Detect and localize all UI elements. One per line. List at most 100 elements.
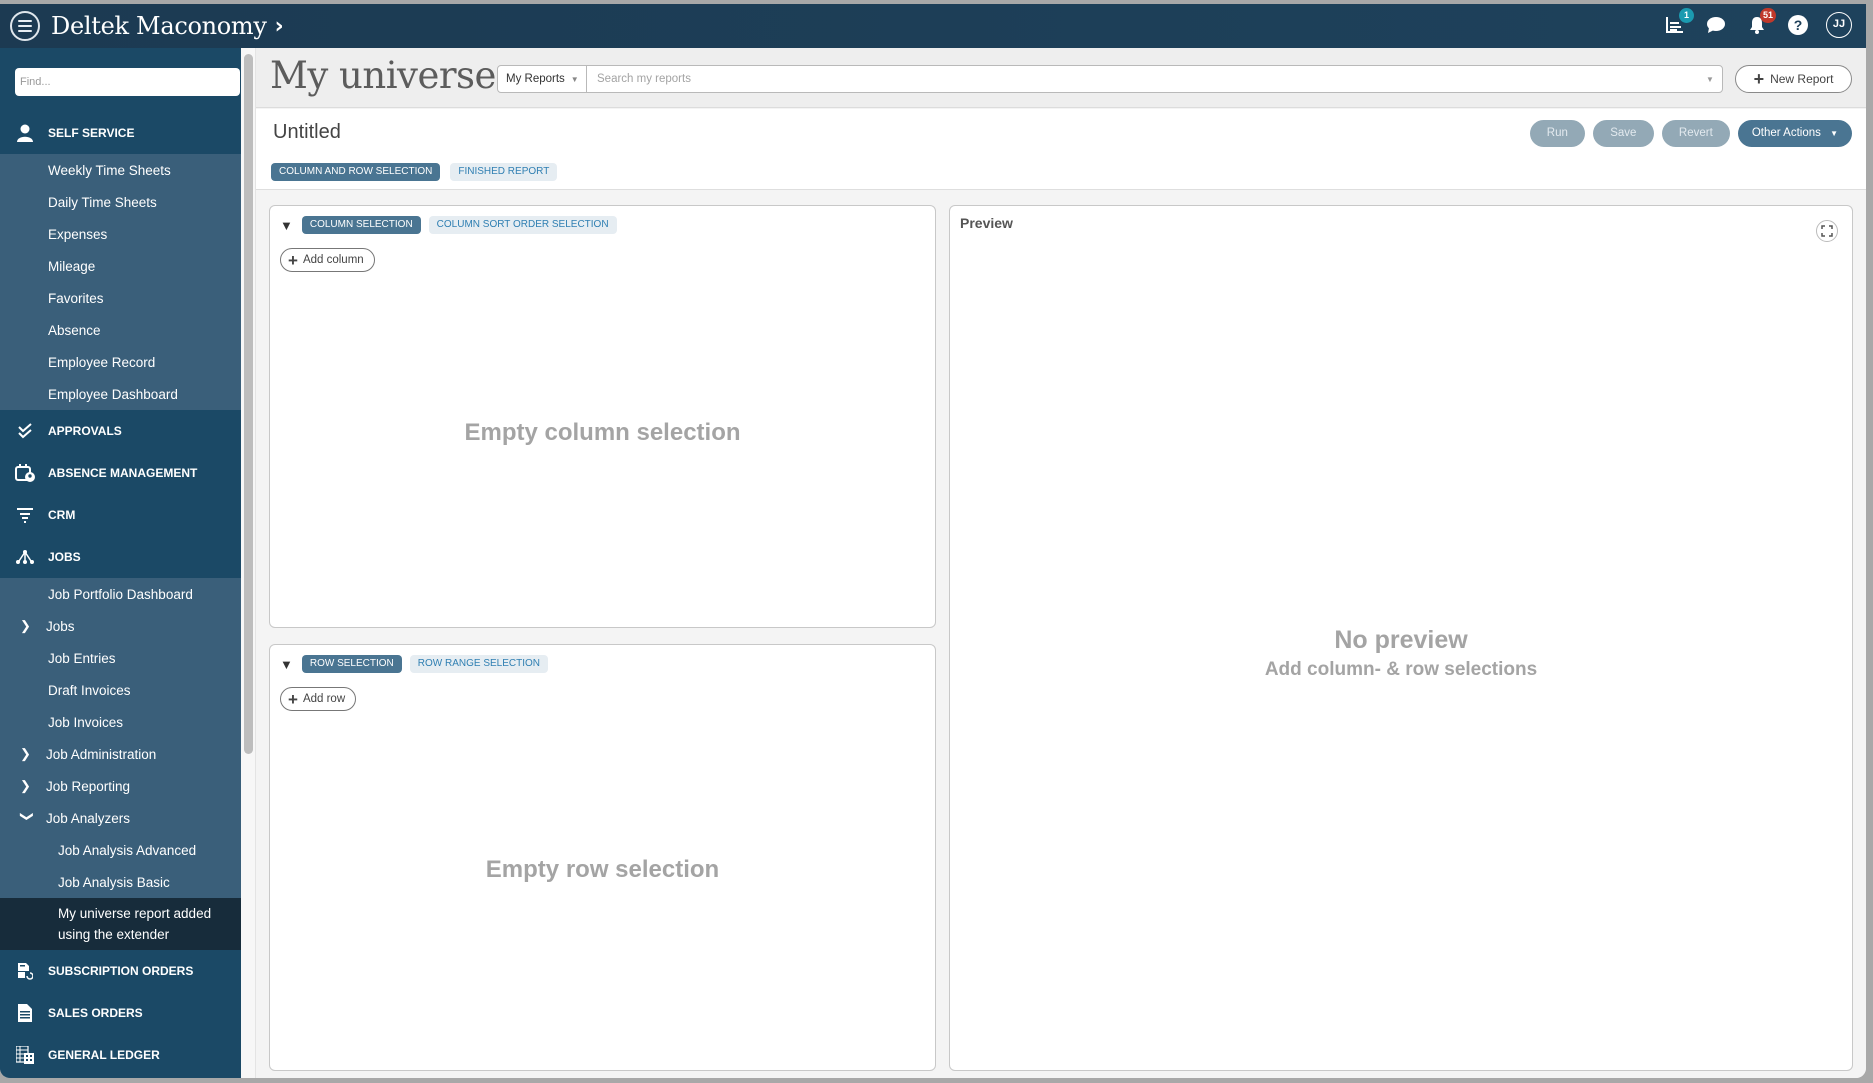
- sidebar-section-crm[interactable]: CRM: [0, 494, 241, 536]
- sidebar-section-absence-management[interactable]: ABSENCE MANAGEMENT: [0, 452, 241, 494]
- report-title[interactable]: Untitled: [273, 121, 341, 144]
- column-panel-tabs: ▼ COLUMN SELECTION COLUMN SORT ORDER SEL…: [280, 216, 617, 234]
- sidebar-item-job-entries[interactable]: Job Entries: [0, 642, 241, 674]
- save-button[interactable]: Save: [1592, 120, 1654, 147]
- section-label: SALES ORDERS: [48, 1006, 143, 1020]
- sidebar-item-job-administration[interactable]: ❯ Job Administration: [0, 738, 241, 770]
- other-actions-button[interactable]: Other Actions ▼: [1737, 120, 1852, 147]
- plus-icon: +: [1753, 69, 1765, 89]
- search-dropdown-icon[interactable]: ▼: [1698, 66, 1722, 92]
- run-button[interactable]: Run: [1529, 120, 1585, 147]
- avatar: JJ: [1826, 12, 1852, 38]
- sidebar-item-favorites[interactable]: Favorites: [0, 282, 241, 314]
- sidebar-section-jobs[interactable]: JOBS: [0, 536, 241, 578]
- section-label: SUBSCRIPTION ORDERS: [48, 964, 194, 978]
- sidebar-item-weekly-time-sheets[interactable]: Weekly Time Sheets: [0, 154, 241, 186]
- help-icon: ?: [1788, 15, 1808, 35]
- tab-column-and-row-selection[interactable]: COLUMN AND ROW SELECTION: [271, 163, 441, 181]
- sidebar-item-my-universe-report[interactable]: My universe report added using the exten…: [0, 898, 241, 950]
- item-label: Job Administration: [46, 746, 157, 762]
- sidebar-item-job-analysis-basic[interactable]: Job Analysis Basic: [0, 866, 241, 898]
- chevron-right-icon: ❯: [20, 618, 31, 633]
- sidebar-scroll-thumb[interactable]: [244, 54, 253, 754]
- help-button[interactable]: ?: [1785, 10, 1811, 40]
- main-content: My universe My Reports ▼ ▼ + New Report …: [256, 48, 1866, 1078]
- sidebar-section-sales-orders[interactable]: SALES ORDERS: [0, 992, 241, 1034]
- top-bar: Deltek Maconomy › 1 51 ? JJ: [0, 4, 1866, 48]
- add-column-button[interactable]: + Add column: [280, 248, 375, 272]
- sidebar-item-employee-record[interactable]: Employee Record: [0, 346, 241, 378]
- tab-column-selection[interactable]: COLUMN SELECTION: [301, 216, 421, 234]
- column-selection-panel: ▼ COLUMN SELECTION COLUMN SORT ORDER SEL…: [269, 205, 936, 628]
- hamburger-menu-icon[interactable]: [10, 11, 40, 41]
- scope-value: My Reports: [506, 73, 565, 85]
- sidebar-item-mileage[interactable]: Mileage: [0, 250, 241, 282]
- sidebar-section-general-ledger[interactable]: GENERAL LEDGER: [0, 1034, 241, 1076]
- section-label: CRM: [48, 508, 76, 522]
- sidebar-item-draft-invoices[interactable]: Draft Invoices: [0, 674, 241, 706]
- sidebar-item-employee-dashboard[interactable]: Employee Dashboard: [0, 378, 241, 410]
- report-scope-select[interactable]: My Reports ▼: [498, 66, 587, 92]
- preview-title: Preview: [960, 215, 1013, 231]
- chat-bubble-icon: [1707, 17, 1725, 33]
- caret-down-icon: ▼: [570, 74, 579, 84]
- app-window: Deltek Maconomy › 1 51 ? JJ Find... SELF…: [0, 4, 1866, 1078]
- chat-button[interactable]: [1703, 10, 1729, 40]
- item-label: Job Analyzers: [46, 810, 131, 826]
- item-label: Job Reporting: [46, 778, 131, 794]
- jobs-items: Job Portfolio Dashboard ❯ Jobs Job Entrie…: [0, 578, 241, 950]
- section-label: APPROVALS: [48, 424, 122, 438]
- sidebar-item-job-portfolio-dashboard[interactable]: Job Portfolio Dashboard: [0, 578, 241, 610]
- report-actions: Run Save Revert Other Actions ▼: [1529, 120, 1852, 147]
- report-search: My Reports ▼ ▼: [497, 65, 1723, 93]
- tab-column-sort-order-selection[interactable]: COLUMN SORT ORDER SELECTION: [428, 216, 617, 234]
- collapse-triangle-icon[interactable]: ▼: [280, 218, 293, 233]
- funnel-icon: [14, 505, 36, 525]
- sidebar-item-absence[interactable]: Absence: [0, 314, 241, 346]
- sidebar-item-jobs[interactable]: ❯ Jobs: [0, 610, 241, 642]
- reports-button[interactable]: 1: [1662, 8, 1694, 40]
- other-actions-label: Other Actions: [1751, 127, 1821, 139]
- no-preview-message: No preview Add column- & row selections: [950, 626, 1852, 681]
- page-header: My universe My Reports ▼ ▼ + New Report: [256, 48, 1866, 108]
- page-title: My universe: [270, 54, 496, 97]
- fullscreen-icon[interactable]: [1816, 220, 1838, 242]
- sidebar-scrollbar[interactable]: [241, 48, 256, 1078]
- revert-button[interactable]: Revert: [1661, 120, 1730, 147]
- new-report-button[interactable]: + New Report: [1735, 65, 1852, 93]
- item-label: Jobs: [46, 618, 75, 634]
- section-label: JOBS: [48, 550, 81, 564]
- section-label: GENERAL LEDGER: [48, 1048, 160, 1062]
- tab-row-selection[interactable]: ROW SELECTION: [301, 655, 402, 673]
- notifications-button[interactable]: 51: [1744, 8, 1776, 40]
- sidebar-section-self-service[interactable]: SELF SERVICE: [0, 112, 241, 154]
- sidebar-item-daily-time-sheets[interactable]: Daily Time Sheets: [0, 186, 241, 218]
- chevron-down-icon: ❯: [20, 811, 35, 822]
- user-menu-button[interactable]: JJ: [1826, 10, 1852, 40]
- collapse-triangle-icon[interactable]: ▼: [280, 657, 293, 672]
- double-check-icon: [14, 421, 36, 441]
- brand[interactable]: Deltek Maconomy ›: [51, 12, 284, 40]
- chevron-right-icon: ›: [274, 13, 284, 39]
- new-report-label: New Report: [1770, 72, 1834, 86]
- sidebar-section-subscription-orders[interactable]: SUBSCRIPTION ORDERS: [0, 950, 241, 992]
- plus-icon: +: [288, 689, 298, 709]
- reports-badge: 1: [1679, 8, 1694, 23]
- sidebar-item-job-analysis-advanced[interactable]: Job Analysis Advanced: [0, 834, 241, 866]
- ledger-calculator-icon: [14, 1045, 36, 1065]
- section-label: SELF SERVICE: [48, 126, 135, 140]
- add-row-button[interactable]: + Add row: [280, 687, 357, 711]
- sidebar-item-job-analyzers[interactable]: ❯ Job Analyzers: [0, 802, 241, 834]
- no-preview-subtitle: Add column- & row selections: [1264, 659, 1538, 680]
- top-icons: 1 51 ? JJ: [1662, 8, 1852, 40]
- sidebar-item-job-reporting[interactable]: ❯ Job Reporting: [0, 770, 241, 802]
- tab-finished-report[interactable]: FINISHED REPORT: [450, 163, 558, 181]
- add-column-label: Add column: [302, 254, 364, 266]
- plus-icon: +: [288, 250, 298, 270]
- tab-row-range-selection[interactable]: ROW RANGE SELECTION: [409, 655, 549, 673]
- sidebar-item-job-invoices[interactable]: Job Invoices: [0, 706, 241, 738]
- search-reports-input[interactable]: [587, 66, 1698, 92]
- find-input[interactable]: [15, 68, 240, 96]
- sidebar-section-approvals[interactable]: APPROVALS: [0, 410, 241, 452]
- sidebar-item-expenses[interactable]: Expenses: [0, 218, 241, 250]
